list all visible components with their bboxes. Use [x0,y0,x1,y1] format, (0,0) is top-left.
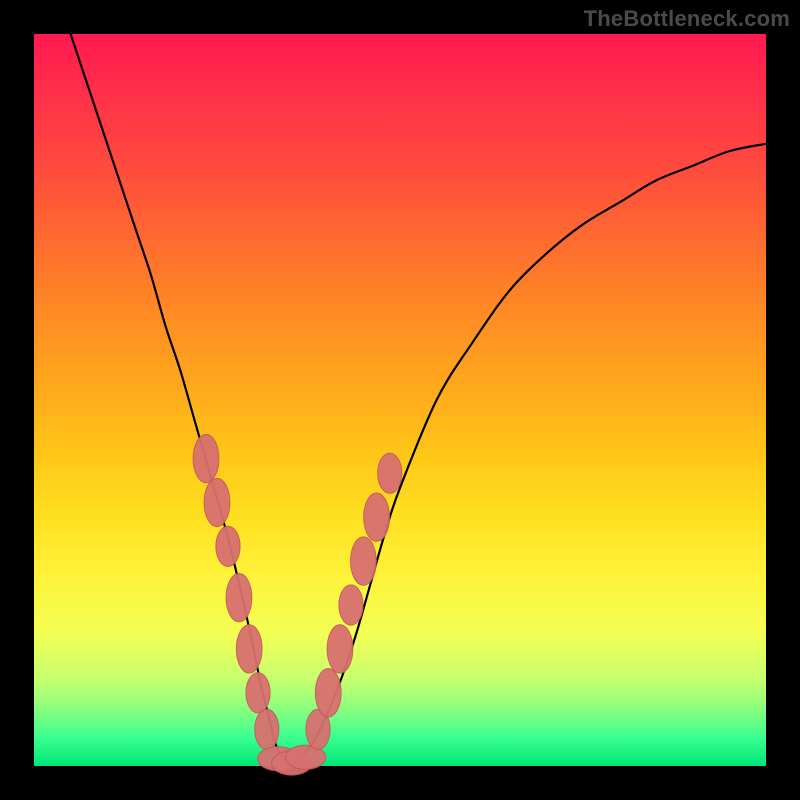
plot-area [34,34,766,766]
marker-right [351,537,377,585]
marker-left [226,573,252,621]
marker-group [193,434,402,775]
chart-frame: TheBottleneck.com [0,0,800,800]
marker-left [236,625,262,673]
marker-left [204,478,230,526]
marker-left [193,434,219,482]
marker-right [327,625,353,673]
chart-svg [34,34,766,766]
marker-left [216,526,240,566]
marker-right [364,493,390,541]
watermark-text: TheBottleneck.com [584,6,790,32]
marker-right [339,585,363,625]
marker-left [246,673,270,713]
marker-left [255,709,279,749]
marker-right [315,669,341,717]
bottleneck-curve [71,34,766,766]
marker-right [378,453,402,493]
